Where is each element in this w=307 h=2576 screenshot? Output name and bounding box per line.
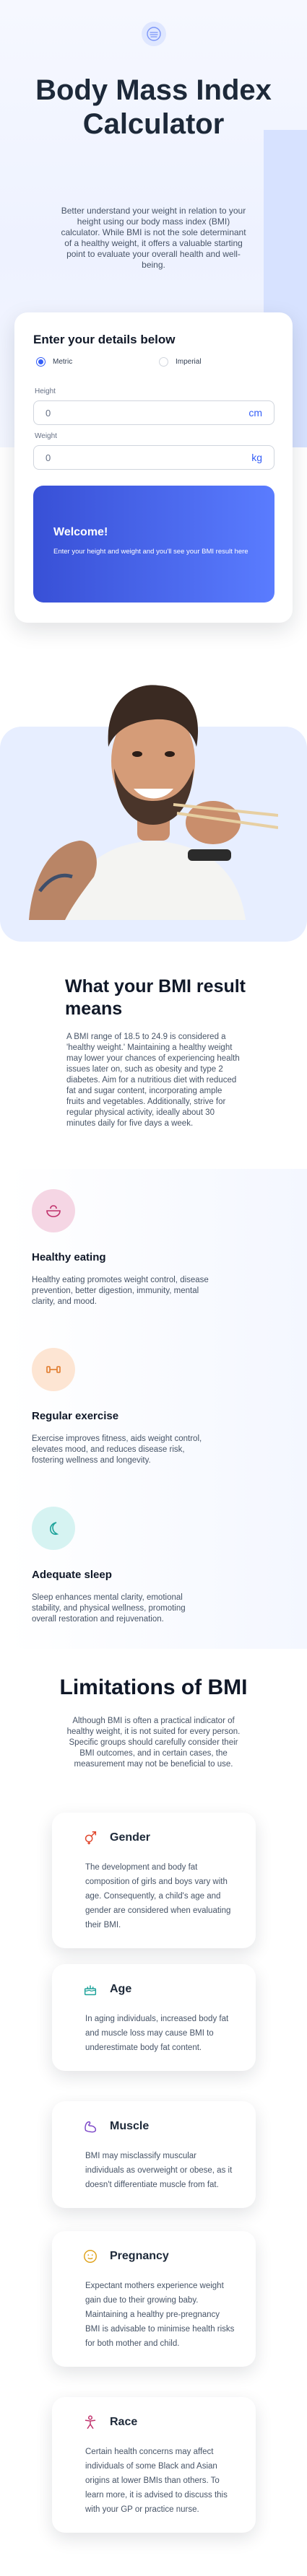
result-panel: Welcome! Enter your height and weight an… bbox=[33, 486, 274, 603]
height-unit: cm bbox=[248, 407, 262, 419]
form-heading: Enter your details below bbox=[33, 333, 176, 346]
race-icon bbox=[82, 2414, 98, 2430]
result-text: Enter your height and weight and you'll … bbox=[53, 548, 248, 556]
limitation-card-pregnancy: Pregnancy Expectant mothers experience w… bbox=[52, 2231, 256, 2367]
radio-imperial-label: Imperial bbox=[176, 358, 202, 366]
pregnancy-icon bbox=[82, 2248, 98, 2264]
weight-unit: kg bbox=[251, 452, 262, 463]
radio-metric[interactable]: Metric bbox=[36, 357, 72, 367]
limitation-text: The development and body fat composition… bbox=[85, 1863, 231, 1929]
photo-section bbox=[0, 660, 307, 942]
tip-adequate-sleep: Adequate sleep Sleep enhances mental cla… bbox=[32, 1507, 277, 1625]
limitation-title: Race bbox=[110, 2416, 138, 2428]
bowl-icon bbox=[32, 1189, 75, 1232]
weight-label: Weight bbox=[35, 432, 57, 440]
weight-field[interactable]: 0 kg bbox=[33, 445, 274, 470]
limitation-card-gender: Gender The development and body fat comp… bbox=[52, 1813, 256, 1948]
result-title: Welcome! bbox=[53, 526, 108, 538]
bmi-meaning-text: A BMI range of 18.5 to 24.9 is considere… bbox=[66, 1033, 240, 1128]
tip-healthy-eating: Healthy eating Healthy eating promotes w… bbox=[32, 1189, 277, 1307]
height-field[interactable]: 0 cm bbox=[33, 400, 274, 425]
bmi-meaning-title: What your BMI result means bbox=[65, 976, 246, 1019]
muscle-icon bbox=[82, 2119, 98, 2134]
tip-text: Healthy eating promotes weight control, … bbox=[32, 1276, 209, 1306]
moon-icon bbox=[32, 1507, 75, 1550]
limitation-title: Age bbox=[110, 1983, 132, 1995]
hero-description: Better understand your weight in relatio… bbox=[61, 206, 246, 270]
dumbbell-icon bbox=[32, 1348, 75, 1391]
limitation-title: Pregnancy bbox=[110, 2250, 169, 2262]
radio-metric-label: Metric bbox=[53, 358, 73, 366]
height-input[interactable]: 0 bbox=[46, 408, 51, 419]
limitations-text: Although BMI is often a practical indica… bbox=[66, 1717, 241, 1769]
limitation-card-age: Age In aging individuals, increased body… bbox=[52, 1964, 256, 2071]
radio-imperial-indicator[interactable] bbox=[159, 357, 168, 367]
gender-icon bbox=[82, 1830, 98, 1846]
tip-regular-exercise: Regular exercise Exercise improves fitne… bbox=[32, 1348, 277, 1466]
limitation-card-race: Race Certain health concerns may affect … bbox=[52, 2397, 256, 2533]
bmi-form-card: Enter your details below Metric Imperial… bbox=[14, 312, 293, 623]
limitations-title: Limitations of BMI bbox=[59, 1675, 248, 1699]
limitation-text: Expectant mothers experience weight gain… bbox=[85, 2282, 235, 2348]
man-eating-photo bbox=[29, 685, 278, 920]
tip-text: Sleep enhances mental clarity, emotional… bbox=[32, 1593, 186, 1624]
cake-icon bbox=[82, 1981, 98, 1997]
logo-icon[interactable] bbox=[142, 22, 166, 46]
radio-metric-indicator[interactable] bbox=[36, 357, 46, 367]
limitation-title: Gender bbox=[110, 1831, 151, 1844]
tip-title: Healthy eating bbox=[32, 1251, 106, 1263]
limitation-card-muscle: Muscle BMI may misclassify muscular indi… bbox=[52, 2101, 256, 2208]
tip-title: Adequate sleep bbox=[32, 1569, 112, 1581]
tip-title: Regular exercise bbox=[32, 1410, 119, 1422]
tips-section: Healthy eating Healthy eating promotes w… bbox=[7, 1169, 307, 1649]
limitation-text: Certain health concerns may affect indiv… bbox=[85, 2448, 228, 2514]
limitation-title: Muscle bbox=[110, 2120, 150, 2132]
weight-input[interactable]: 0 bbox=[46, 452, 51, 463]
height-label: Height bbox=[35, 387, 56, 395]
page-title: Body Mass Index Calculator bbox=[35, 74, 272, 140]
tip-text: Exercise improves fitness, aids weight c… bbox=[32, 1434, 202, 1465]
radio-imperial[interactable]: Imperial bbox=[159, 357, 202, 367]
limitation-text: BMI may misclassify muscular individuals… bbox=[85, 2152, 233, 2189]
limitation-text: In aging individuals, increased body fat… bbox=[85, 2015, 229, 2052]
